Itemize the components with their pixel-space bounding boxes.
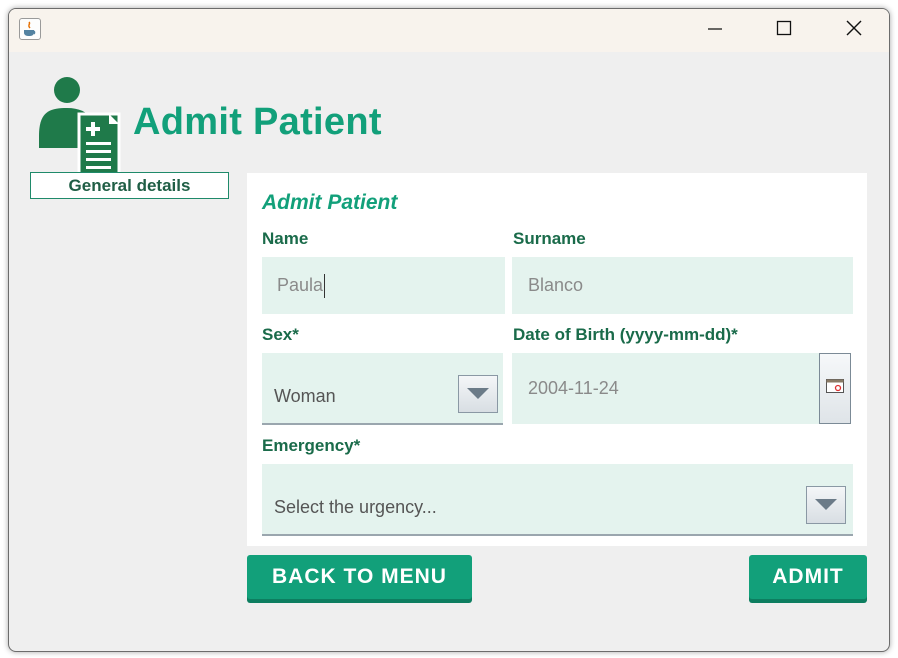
surname-field[interactable]: Blanco <box>512 257 853 314</box>
calendar-button[interactable] <box>819 353 851 424</box>
sex-select[interactable]: Woman <box>262 353 503 425</box>
dob-field[interactable]: 2004-11-24 <box>512 353 820 424</box>
admit-form-panel: Admit Patient Name Surname Paula Blanco … <box>247 173 867 546</box>
emergency-dropdown-button[interactable] <box>806 486 846 524</box>
calendar-icon <box>826 379 844 398</box>
surname-label: Surname <box>513 229 586 248</box>
maximize-icon <box>776 20 792 41</box>
name-label: Name <box>262 229 309 248</box>
sex-dropdown-button[interactable] <box>458 375 498 413</box>
back-to-menu-button[interactable]: BACK TO MENU <box>247 555 472 599</box>
dob-value: 2004-11-24 <box>528 378 619 398</box>
minimize-icon <box>707 20 723 41</box>
name-field[interactable]: Paula <box>262 257 505 314</box>
maximize-button[interactable] <box>754 9 814 52</box>
title-bar <box>9 9 889 52</box>
minimize-button[interactable] <box>685 9 745 52</box>
text-caret <box>324 273 326 298</box>
form-heading: Admit Patient <box>262 191 398 214</box>
java-app-icon <box>19 18 41 40</box>
emergency-value: Select the urgency... <box>274 497 437 517</box>
admit-button[interactable]: ADMIT <box>749 555 867 599</box>
surname-value: Blanco <box>528 275 584 295</box>
chevron-down-icon <box>467 384 489 405</box>
emergency-label: Emergency* <box>262 436 361 455</box>
close-button[interactable] <box>824 9 884 52</box>
sex-value: Woman <box>274 386 336 406</box>
app-window: Admit Patient General details Admit Pati… <box>8 8 890 652</box>
tab-general-details[interactable]: General details <box>30 172 229 199</box>
sex-label: Sex* <box>262 325 299 344</box>
name-value: Paula <box>277 275 324 295</box>
patient-clipboard-icon <box>39 76 121 176</box>
close-icon <box>846 20 862 41</box>
emergency-select[interactable]: Select the urgency... <box>262 464 853 536</box>
page-title: Admit Patient <box>133 101 382 143</box>
chevron-down-icon <box>815 495 837 516</box>
dob-label: Date of Birth (yyyy-mm-dd)* <box>513 325 738 344</box>
